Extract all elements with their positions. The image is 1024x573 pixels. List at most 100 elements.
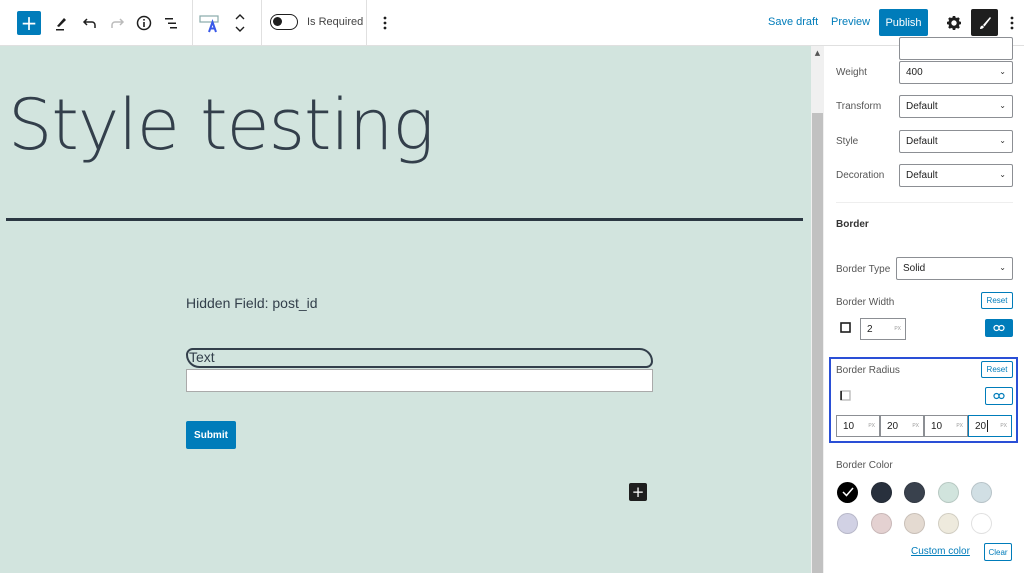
decoration-select[interactable]: Default ⌄ <box>899 164 1013 187</box>
canvas-scrollbar[interactable]: ▲ <box>811 46 824 573</box>
radius-value: 20 <box>975 420 987 432</box>
brush-icon <box>979 16 991 29</box>
text-field-input[interactable] <box>186 369 653 392</box>
scrollbar-thumb[interactable] <box>812 113 823 573</box>
border-type-select[interactable]: Solid ⌄ <box>896 257 1013 280</box>
style-select[interactable]: Default ⌄ <box>899 130 1013 153</box>
info-icon <box>136 15 152 31</box>
weight-select[interactable]: 400 ⌄ <box>899 61 1013 84</box>
decoration-label: Decoration <box>836 170 885 181</box>
vertical-ellipsis-icon <box>1010 16 1014 30</box>
redo-icon <box>111 18 125 28</box>
style-label: Style <box>836 136 859 147</box>
chevron-down-icon: ⌄ <box>999 101 1006 110</box>
preview-button[interactable]: Preview <box>831 16 870 28</box>
border-type-value: Solid <box>903 263 926 274</box>
color-swatch[interactable] <box>971 513 992 534</box>
color-swatch[interactable] <box>937 482 959 503</box>
vertical-ellipsis-icon <box>383 16 387 30</box>
is-required-toggle[interactable] <box>270 14 298 30</box>
block-inserter-button[interactable]: + <box>629 483 647 501</box>
border-width-label: Border Width <box>836 297 895 308</box>
radius-unit: PX <box>1000 423 1007 429</box>
border-width-value: 2 <box>867 323 873 335</box>
border-color-label: Border Color <box>836 460 893 471</box>
tools-button[interactable] <box>52 13 72 33</box>
style-value: Default <box>906 136 938 147</box>
section-divider <box>836 202 1013 203</box>
block-type-button[interactable] <box>199 11 223 35</box>
submit-button[interactable]: Submit <box>186 421 236 449</box>
plus-icon: + <box>20 11 38 35</box>
color-swatch[interactable] <box>904 513 925 534</box>
weight-value: 400 <box>906 67 923 78</box>
settings-button[interactable] <box>944 13 964 33</box>
add-block-button[interactable]: + <box>17 11 41 35</box>
radius-unit: PX <box>956 423 963 429</box>
border-radius-top-right-input[interactable]: 20 PX <box>880 415 924 437</box>
text-field-icon <box>199 15 219 33</box>
border-radius-bottom-left-input[interactable]: 20 PX <box>968 415 1012 437</box>
text-cursor <box>987 420 989 432</box>
border-heading: Border <box>836 219 869 230</box>
border-width-link-button[interactable] <box>985 319 1013 337</box>
is-required-label: Is Required <box>307 16 364 28</box>
border-radius-reset-button[interactable]: Reset <box>981 361 1013 378</box>
border-width-reset-button[interactable]: Reset <box>981 292 1013 309</box>
chevron-down-icon: ⌄ <box>999 67 1006 76</box>
border-radius-top-left-input[interactable]: 10 PX <box>836 415 880 437</box>
color-swatch[interactable] <box>971 482 992 503</box>
border-radius-corner-icon <box>840 390 851 401</box>
border-radius-link-button[interactable] <box>985 387 1013 405</box>
chevron-down-icon: ⌄ <box>999 170 1006 179</box>
separator-block[interactable] <box>6 218 803 221</box>
transform-select[interactable]: Default ⌄ <box>899 95 1013 118</box>
radius-value: 10 <box>843 420 855 432</box>
move-block-button[interactable] <box>232 10 248 36</box>
color-swatch[interactable] <box>837 482 858 503</box>
hidden-field-block[interactable]: Hidden Field: post_id <box>186 295 318 311</box>
plus-icon: + <box>631 482 645 501</box>
block-options-button[interactable] <box>376 13 394 33</box>
toolbar-separator <box>366 0 367 45</box>
border-radius-bottom-right-input[interactable]: 10 PX <box>924 415 968 437</box>
color-swatch[interactable] <box>870 513 892 534</box>
scroll-up-arrow-icon[interactable]: ▲ <box>811 46 824 59</box>
checkmark-icon <box>841 484 854 502</box>
radius-unit: PX <box>912 423 919 429</box>
editor-canvas[interactable]: Style testing Hidden Field: post_id Text… <box>0 46 811 573</box>
undo-icon <box>82 18 96 28</box>
transform-label: Transform <box>836 101 882 112</box>
border-radius-label: Border Radius <box>836 365 900 376</box>
settings-sidebar: Weight 400 ⌄ Transform Default ⌄ Style D… <box>824 37 1024 573</box>
radius-value: 20 <box>887 420 899 432</box>
save-draft-button[interactable]: Save draft <box>768 16 818 28</box>
editor-toolbar: + Is Required Save draft Preview Publish <box>0 0 1024 46</box>
toggle-knob <box>273 17 282 26</box>
border-width-input[interactable]: 2 PX <box>860 318 906 340</box>
weight-label: Weight <box>836 67 867 78</box>
gear-icon <box>947 16 961 30</box>
border-all-sides-icon <box>840 322 851 333</box>
post-title[interactable]: Style testing <box>8 84 434 166</box>
color-swatch[interactable] <box>870 482 892 503</box>
color-swatch[interactable] <box>937 513 959 534</box>
clear-color-button[interactable]: Clear <box>984 543 1012 561</box>
transform-value: Default <box>906 101 938 112</box>
redo-button[interactable] <box>107 13 127 33</box>
chevron-up-down-icon <box>235 14 245 32</box>
details-button[interactable] <box>134 13 154 33</box>
color-swatch[interactable] <box>904 482 925 503</box>
toolbar-separator <box>192 0 193 45</box>
styles-button[interactable] <box>971 9 998 36</box>
list-view-button[interactable] <box>161 13 181 33</box>
text-field-label[interactable]: Text <box>186 348 653 368</box>
radius-unit: PX <box>868 423 875 429</box>
publish-button[interactable]: Publish <box>879 9 928 36</box>
options-button[interactable] <box>1004 13 1020 33</box>
chevron-down-icon: ⌄ <box>999 136 1006 145</box>
custom-color-link[interactable]: Custom color <box>911 546 970 557</box>
undo-button[interactable] <box>80 13 100 33</box>
color-swatch[interactable] <box>837 513 858 534</box>
size-select[interactable] <box>899 37 1013 60</box>
